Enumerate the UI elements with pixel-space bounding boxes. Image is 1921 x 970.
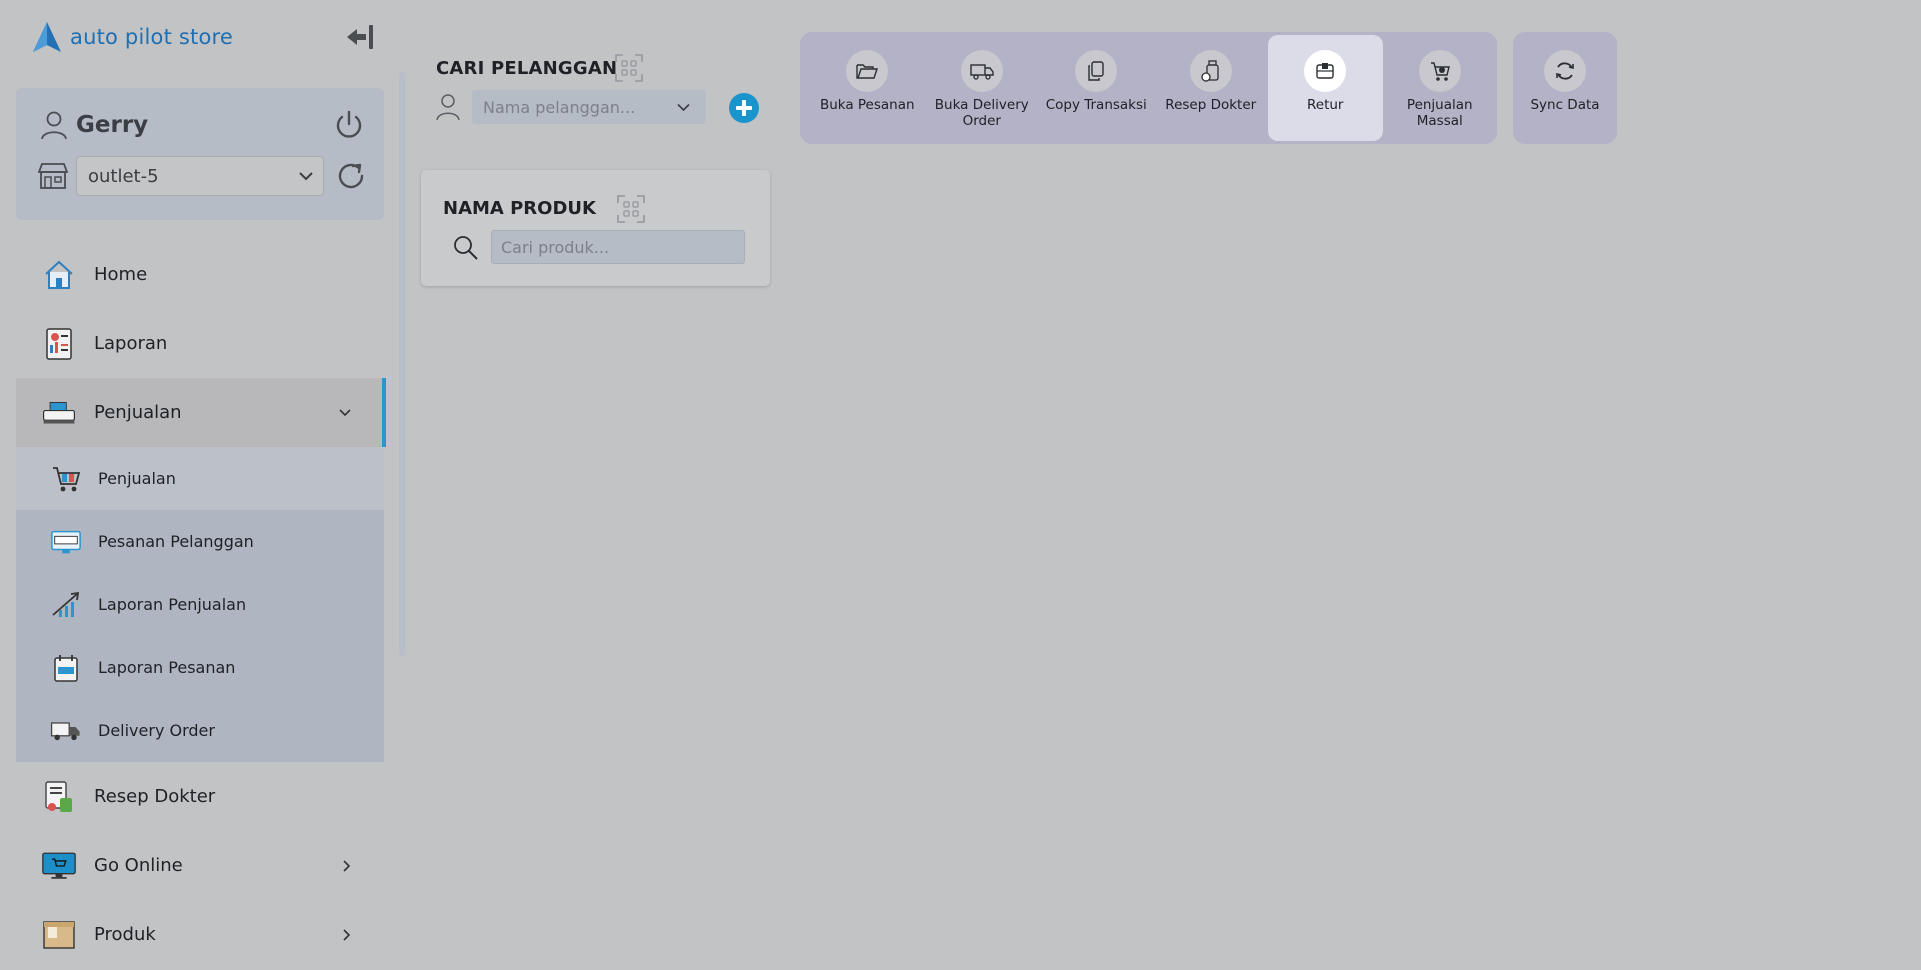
power-icon	[336, 110, 362, 138]
customer-select[interactable]: Nama pelanggan...	[472, 90, 706, 124]
sidebar-item-label: Laporan	[94, 333, 168, 354]
paper-plane-logo-icon	[33, 22, 61, 52]
action-toolbar: Buka Pesanan Buka Delivery Order Copy Tr…	[800, 32, 1497, 144]
logout-button[interactable]	[332, 108, 366, 142]
submenu-item-label: Penjualan	[98, 469, 176, 488]
store-icon	[38, 163, 68, 189]
outlet-select[interactable]: outlet-5	[76, 156, 324, 196]
home-icon	[42, 258, 76, 292]
tool-label: Buka Pesanan	[819, 97, 915, 113]
submenu-item-penjualan[interactable]: Penjualan	[16, 447, 384, 510]
refresh-outlet-button[interactable]	[334, 159, 368, 193]
tool-label: Resep Dokter	[1165, 97, 1257, 113]
sidebar-scrollbar[interactable]	[399, 72, 405, 656]
chevron-right-icon	[343, 928, 351, 941]
submenu-item-label: Laporan Pesanan	[98, 658, 236, 677]
penjualan-submenu: Penjualan Pesanan Pelanggan Laporan Penj…	[16, 447, 384, 762]
prescription-icon	[42, 780, 76, 814]
sidebar-item-label: Resep Dokter	[94, 786, 216, 807]
add-customer-button[interactable]	[729, 93, 759, 123]
collapse-sidebar-icon	[347, 25, 373, 49]
submenu-item-label: Laporan Penjualan	[98, 595, 247, 614]
customer-search-row: Nama pelanggan...	[434, 90, 706, 124]
buka-delivery-order-button[interactable]: Buka Delivery Order	[925, 35, 1040, 141]
return-box-icon	[1304, 50, 1347, 92]
user-icon	[41, 111, 67, 140]
submenu-item-pesanan-pelanggan[interactable]: Pesanan Pelanggan	[16, 510, 384, 573]
sidebar-item-produk[interactable]: Produk	[16, 900, 384, 969]
online-shop-monitor-icon	[42, 849, 76, 883]
sync-data-button[interactable]: Sync Data	[1513, 35, 1617, 141]
barcode-scan-icon[interactable]	[616, 194, 646, 224]
copy-transaksi-button[interactable]: Copy Transaksi	[1039, 35, 1154, 141]
chevron-right-icon	[343, 859, 351, 872]
submenu-item-label: Delivery Order	[98, 721, 215, 740]
product-search-input[interactable]	[491, 230, 745, 264]
sidebar-item-home[interactable]: Home	[16, 240, 384, 309]
medicine-bottle-icon	[1189, 50, 1232, 92]
outlet-selected-value: outlet-5	[88, 165, 159, 187]
bulk-cart-icon	[1418, 50, 1461, 92]
sidebar-item-label: Home	[94, 264, 148, 285]
chevron-down-icon	[299, 172, 313, 181]
brand-name: auto pilot store	[70, 25, 234, 49]
sidebar-item-label: Penjualan	[94, 402, 182, 423]
tool-label: Retur	[1307, 97, 1344, 113]
resep-dokter-button[interactable]: Resep Dokter	[1154, 35, 1269, 141]
sidebar-item-label: Go Online	[94, 855, 183, 876]
copy-icon	[1075, 50, 1118, 92]
user-name: Gerry	[76, 112, 149, 138]
plus-icon	[736, 100, 752, 116]
product-section-title: NAMA PRODUK	[443, 198, 596, 219]
chevron-down-icon	[339, 408, 351, 416]
cash-register-icon	[42, 396, 76, 430]
submenu-item-laporan-pesanan[interactable]: Laporan Pesanan	[16, 636, 384, 699]
barcode-scan-icon[interactable]	[614, 53, 644, 83]
sidebar: auto pilot store Gerry outlet-5 Home Lap…	[0, 0, 405, 970]
collapse-sidebar-button[interactable]	[342, 22, 376, 52]
sidebar-item-penjualan[interactable]: Penjualan	[16, 378, 386, 447]
tool-label: Buka Delivery Order	[934, 97, 1029, 129]
growth-chart-icon	[50, 590, 82, 620]
customer-section-title: CARI PELANGGAN	[436, 58, 618, 79]
submenu-item-label: Pesanan Pelanggan	[98, 532, 254, 551]
refresh-icon	[338, 163, 364, 189]
product-box-icon	[42, 918, 76, 952]
submenu-item-delivery-order[interactable]: Delivery Order	[16, 699, 384, 762]
sidebar-item-label: Produk	[94, 924, 156, 945]
tool-label: Sync Data	[1530, 97, 1600, 113]
search-icon	[454, 236, 478, 260]
tool-label: Copy Transaksi	[1045, 97, 1147, 113]
folder-open-icon	[846, 50, 889, 92]
tool-label: Penjualan Massal	[1406, 97, 1473, 129]
shopping-cart-icon	[50, 464, 82, 494]
sidebar-item-laporan[interactable]: Laporan	[16, 309, 384, 378]
order-screen-icon	[50, 527, 82, 557]
brand-logo[interactable]: auto pilot store	[30, 20, 233, 54]
sidebar-nav: Home Laporan Penjualan Penjualan Pesanan…	[16, 240, 386, 969]
penjualan-massal-button[interactable]: Penjualan Massal	[1383, 35, 1498, 141]
submenu-item-laporan-penjualan[interactable]: Laporan Penjualan	[16, 573, 384, 636]
retur-button[interactable]: Retur	[1268, 35, 1383, 141]
order-calendar-icon	[50, 653, 82, 683]
product-search-card: NAMA PRODUK	[421, 170, 770, 286]
report-icon	[42, 327, 76, 361]
truck-icon	[960, 50, 1003, 92]
delivery-truck-icon	[50, 716, 82, 746]
user-card: Gerry outlet-5	[16, 88, 384, 220]
user-icon	[436, 94, 460, 121]
sidebar-item-resep-dokter[interactable]: Resep Dokter	[16, 762, 384, 831]
sidebar-item-go-online[interactable]: Go Online	[16, 831, 384, 900]
buka-pesanan-button[interactable]: Buka Pesanan	[810, 35, 925, 141]
chevron-down-icon	[677, 103, 690, 111]
customer-select-placeholder: Nama pelanggan...	[483, 97, 636, 117]
sync-icon	[1544, 50, 1586, 92]
sync-toolbar: Sync Data	[1513, 32, 1617, 144]
outlet-row: outlet-5	[38, 156, 368, 196]
user-row: Gerry	[40, 110, 148, 140]
